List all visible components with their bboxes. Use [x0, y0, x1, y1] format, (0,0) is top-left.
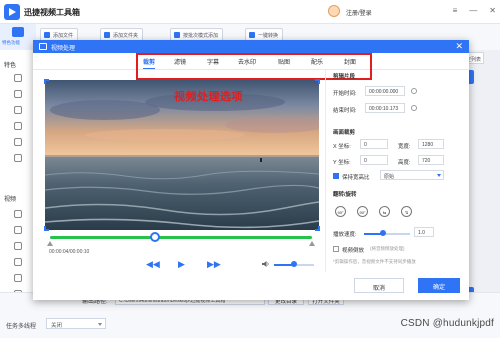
speed-label: 播放速度:: [333, 232, 357, 238]
flip-horizontal-icon[interactable]: ⇆: [379, 206, 390, 217]
sidebar-top-label: 特色功能: [2, 40, 20, 45]
crop-handle[interactable]: [44, 226, 49, 231]
sidebar-sub-icon[interactable]: [14, 258, 22, 266]
sidebar-item-featured[interactable]: 特色: [4, 60, 16, 69]
x-coordinate-label: X 坐标:: [333, 144, 351, 150]
dialog-title: 视频处理: [51, 46, 76, 52]
trim-section-title: 剪辑片段: [333, 74, 356, 80]
window-controls: ≡ — ✕: [453, 6, 496, 15]
cancel-button[interactable]: 取消: [354, 278, 404, 293]
y-coordinate-input[interactable]: 0: [360, 155, 388, 165]
end-time-input[interactable]: 00:00:10.173: [365, 103, 405, 113]
rotate-left-icon[interactable]: 90°: [335, 206, 346, 217]
user-avatar-icon[interactable]: [328, 5, 340, 17]
annotation-caption: 视频处理选项: [174, 91, 243, 103]
sidebar-sub-icon[interactable]: [14, 90, 22, 98]
trim-end-marker[interactable]: [309, 241, 315, 246]
volume-icon[interactable]: [262, 260, 270, 268]
reverse-hint: (将音频倒放处理): [370, 246, 405, 251]
end-time-label: 结束时间:: [333, 108, 357, 114]
sidebar-sub-icon[interactable]: [14, 74, 22, 82]
confirm-button[interactable]: 确定: [418, 278, 460, 293]
start-time-input[interactable]: 00:00:00.000: [365, 86, 405, 96]
clock-icon[interactable]: [411, 105, 417, 111]
sidebar-sub-icon[interactable]: [14, 138, 22, 146]
menu-icon[interactable]: ≡: [453, 6, 458, 15]
sidebar-sub-icon[interactable]: [14, 122, 22, 130]
sidebar-sub-icon[interactable]: [14, 274, 22, 282]
seek-handle[interactable]: [149, 232, 160, 242]
width-input[interactable]: 1280: [418, 139, 444, 149]
rotate-section-title: 翻转/旋转: [333, 192, 357, 198]
crop-section-title: 画面裁剪: [333, 130, 356, 136]
keep-ratio-checkbox[interactable]: [333, 173, 339, 179]
watermark: CSDN @hudunkjpdf: [400, 318, 494, 329]
play-icon[interactable]: ▶: [178, 259, 185, 270]
ratio-select[interactable]: 原始: [380, 170, 444, 180]
app-sidebar: 特色功能 特色 视频: [0, 24, 36, 314]
login-link[interactable]: 注册/登录: [346, 8, 372, 17]
close-window-icon[interactable]: ✕: [489, 6, 496, 15]
height-label: 高度:: [398, 160, 411, 166]
dialog-header: 视频处理 ✕: [33, 40, 469, 53]
sidebar-sub-icon[interactable]: [14, 154, 22, 162]
sidebar-item-video[interactable]: 视频: [4, 194, 16, 203]
reverse-label: 视频倒放: [342, 248, 365, 254]
sidebar-featured[interactable]: 特色功能: [0, 24, 36, 50]
width-label: 宽度:: [398, 144, 411, 150]
timecode: 00:00:04/00:00:10: [49, 249, 90, 255]
y-coordinate-label: Y 坐标:: [333, 160, 351, 166]
app-logo-icon: [4, 4, 20, 20]
featured-icon: [12, 27, 24, 37]
crop-handle[interactable]: [315, 79, 320, 84]
sidebar-sub-icon[interactable]: [14, 210, 22, 218]
sidebar-sub-icon[interactable]: [14, 106, 22, 114]
app-title: 迅捷视频工具箱: [24, 8, 80, 17]
minimize-icon[interactable]: —: [469, 6, 477, 15]
chevron-down-icon: [437, 174, 441, 177]
multitask-select[interactable]: 关闭: [46, 318, 106, 329]
speed-input[interactable]: 1.0: [414, 227, 434, 237]
seek-bar[interactable]: [50, 236, 312, 239]
sidebar-sub-icon[interactable]: [14, 226, 22, 234]
multitask-label: 任务多线程: [6, 324, 37, 330]
fast-forward-icon[interactable]: ▶▶: [207, 259, 221, 270]
crop-handle[interactable]: [315, 226, 320, 231]
rotate-right-icon[interactable]: 90°: [357, 206, 368, 217]
panel-divider: [325, 70, 326, 272]
trim-start-marker[interactable]: [47, 241, 53, 246]
clock-icon[interactable]: [411, 88, 417, 94]
dialog-close-icon[interactable]: ✕: [455, 41, 463, 52]
rewind-icon[interactable]: ◀◀: [146, 259, 160, 270]
speed-handle[interactable]: [380, 230, 386, 236]
crop-handle[interactable]: [44, 79, 49, 84]
flip-vertical-icon[interactable]: ⇅: [401, 206, 412, 217]
sidebar-sub-icon[interactable]: [14, 242, 22, 250]
video-icon: [39, 43, 47, 50]
height-input[interactable]: 720: [418, 155, 444, 165]
app-titlebar: 迅捷视频工具箱 注册/登录 ≡ — ✕: [0, 0, 500, 24]
sync-note: *剪辑操作后，音视频文件不支持同步播放: [333, 259, 416, 264]
volume-handle[interactable]: [291, 261, 297, 267]
start-time-label: 开始时间:: [333, 91, 357, 97]
reverse-checkbox[interactable]: [333, 246, 339, 252]
x-coordinate-input[interactable]: 0: [360, 139, 388, 149]
keep-ratio-label: 保持宽高比: [342, 175, 370, 181]
